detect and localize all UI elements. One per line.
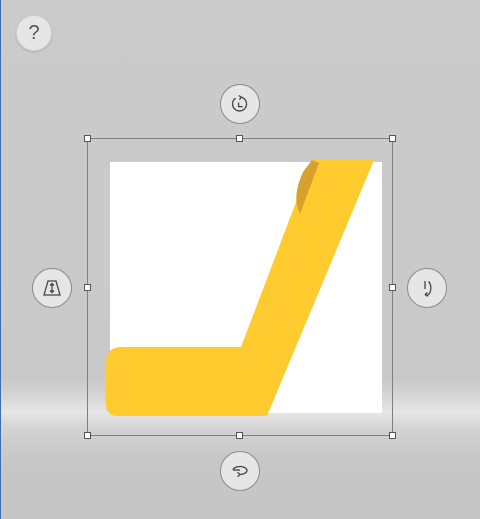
resize-handle-top-right[interactable] [389, 135, 396, 142]
rotate-button[interactable] [220, 84, 260, 124]
resize-handle-left[interactable] [84, 284, 91, 291]
spin-horizontal-icon [232, 465, 248, 478]
perspective-trapezoid-icon [43, 280, 61, 296]
resize-handle-bottom[interactable] [236, 432, 243, 439]
resize-handle-bottom-right[interactable] [389, 432, 396, 439]
resize-handle-top-left[interactable] [84, 135, 91, 142]
rotate-cw-icon [231, 95, 248, 112]
spin-button[interactable] [220, 451, 260, 491]
resize-handle-right[interactable] [389, 284, 396, 291]
resize-handle-bottom-left[interactable] [84, 432, 91, 439]
perspective-button[interactable] [32, 268, 72, 308]
tilt-button[interactable] [407, 268, 447, 308]
selection-box [87, 138, 393, 436]
tilt-rotate-icon [424, 280, 432, 297]
resize-handle-top[interactable] [236, 135, 243, 142]
